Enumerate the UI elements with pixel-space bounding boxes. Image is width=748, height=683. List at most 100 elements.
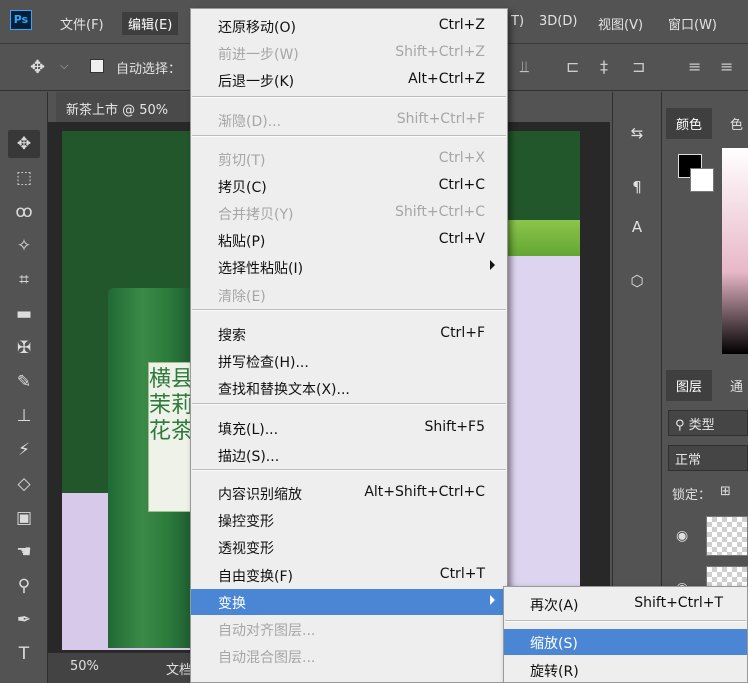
- edit-menu-item[interactable]: 搜索 Ctrl+F: [191, 321, 507, 347]
- edit-menu: 还原移动(O) Ctrl+Z 前进一步(W) Shift+Ctrl+Z 后退一步(K) A…: [190, 8, 508, 683]
- edit-menu-item[interactable]: 变换: [191, 589, 507, 615]
- edit-menu-item: 清除(E): [191, 282, 507, 308]
- menu-item-label: 拷贝(C): [218, 180, 267, 196]
- menu-item-label: 内容识别缩放: [218, 487, 302, 503]
- edit-menu-item: 剪切(T) Ctrl+X: [191, 146, 507, 172]
- menu-item-label: 后退一步(K): [218, 74, 295, 90]
- chevron-down-icon[interactable]: ⌵: [60, 59, 68, 73]
- menu-item-shortcut: Shift+Ctrl+T: [634, 595, 723, 611]
- edit-menu-item[interactable]: 选择性粘贴(I): [191, 254, 507, 280]
- ruler-tool-icon[interactable]: ▬: [8, 300, 40, 328]
- menu-item-shortcut: Ctrl+T: [439, 566, 485, 582]
- gradient-tool-icon[interactable]: ▣: [8, 504, 40, 532]
- menu-item-label: 旋转(R): [530, 664, 579, 680]
- layer-thumbnail[interactable]: [706, 516, 748, 556]
- blend-mode-select[interactable]: 正常: [668, 445, 748, 471]
- layer-kind-filter[interactable]: ⚲ 类型: [668, 410, 748, 436]
- transform-menu-item[interactable]: 缩放(S): [504, 629, 747, 655]
- menu-separator: [192, 403, 506, 405]
- menu-type[interactable]: T): [505, 12, 530, 31]
- color-picker-field[interactable]: [722, 148, 748, 354]
- doc-info: 文档: [166, 663, 193, 678]
- brush-tool-icon[interactable]: ✎: [8, 368, 40, 396]
- menu-view[interactable]: 视图(V): [592, 12, 649, 35]
- menu-item-label: 填充(L)...: [218, 422, 279, 438]
- tab-color[interactable]: 颜色: [666, 108, 713, 139]
- edit-menu-item[interactable]: 内容识别缩放 Alt+Shift+Ctrl+C: [191, 480, 507, 506]
- edit-menu-item[interactable]: 拷贝(C) Ctrl+C: [191, 173, 507, 199]
- edit-menu-item[interactable]: 操控变形: [191, 507, 507, 533]
- edit-menu-item[interactable]: 粘贴(P) Ctrl+V: [191, 227, 507, 253]
- photoshop-logo: Ps: [10, 10, 32, 30]
- character-panel-icon[interactable]: A: [623, 214, 651, 240]
- menu-item-shortcut: Shift+Ctrl+F: [396, 111, 485, 127]
- history-panel-icon[interactable]: ⇆: [623, 120, 651, 146]
- dodge-tool-icon[interactable]: ⚲: [8, 572, 40, 600]
- stamp-tool-icon[interactable]: ⊥: [8, 402, 40, 430]
- menu-item-label: 描边(S)...: [218, 449, 280, 465]
- menu-item-shortcut: Shift+F5: [424, 419, 485, 435]
- menu-separator: [192, 469, 506, 471]
- edit-menu-item[interactable]: 还原移动(O) Ctrl+Z: [191, 13, 507, 39]
- menu-item-label: 自动混合图层...: [218, 650, 316, 666]
- lock-transparency-icon[interactable]: ⊞: [720, 484, 731, 499]
- distribute-top-icon[interactable]: ≡: [688, 57, 701, 76]
- edit-menu-item[interactable]: 拼写检查(H)...: [191, 348, 507, 374]
- marquee-tool-icon[interactable]: ⬚: [8, 164, 40, 192]
- crop-tool-icon[interactable]: ⌗: [8, 266, 40, 294]
- smudge-tool-icon[interactable]: ☚: [8, 538, 40, 566]
- edit-menu-item[interactable]: 透视变形: [191, 534, 507, 560]
- transform-menu-item[interactable]: 旋转(R): [504, 657, 747, 683]
- edit-menu-item[interactable]: 描边(S)...: [191, 442, 507, 468]
- paragraph-panel-icon[interactable]: ¶: [623, 174, 651, 200]
- menu-item-label: 前进一步(W): [218, 47, 299, 63]
- menu-item-shortcut: Ctrl+F: [440, 325, 485, 341]
- align-bottom-icon[interactable]: ⫫: [520, 57, 529, 77]
- background-color-swatch[interactable]: [690, 168, 714, 192]
- edit-menu-item[interactable]: 自由变换(F) Ctrl+T: [191, 562, 507, 588]
- magic-wand-tool-icon[interactable]: ✧: [8, 232, 40, 260]
- transform-menu-item[interactable]: 再次(A) Shift+Ctrl+T: [504, 591, 747, 617]
- edit-menu-item[interactable]: 后退一步(K) Alt+Ctrl+Z: [191, 67, 507, 93]
- tab-layers[interactable]: 图层: [666, 370, 713, 401]
- align-hcenter-icon[interactable]: ‡: [600, 57, 608, 76]
- menu-separator: [192, 135, 506, 137]
- edit-menu-item[interactable]: 填充(L)... Shift+F5: [191, 415, 507, 441]
- move-tool-icon[interactable]: ✥: [8, 130, 40, 158]
- menu-window[interactable]: 窗口(W): [662, 12, 723, 35]
- submenu-arrow-icon: [490, 595, 495, 605]
- lock-label: 锁定：: [672, 488, 712, 503]
- pen-tool-icon[interactable]: ✒: [8, 606, 40, 634]
- patch-tool-icon[interactable]: ✠: [8, 334, 40, 362]
- edit-menu-item: 合并拷贝(Y) Shift+Ctrl+C: [191, 200, 507, 226]
- tab-channels[interactable]: 通: [720, 370, 748, 401]
- edit-menu-item[interactable]: 查找和替换文本(X)...: [191, 375, 507, 401]
- menu-separator: [192, 96, 506, 98]
- menu-edit[interactable]: 编辑(E): [122, 12, 179, 35]
- distribute-vcenter-icon[interactable]: ≡: [720, 57, 733, 76]
- align-left-icon[interactable]: ⊏: [566, 57, 579, 76]
- menu-item-label: 渐隐(D)...: [218, 114, 282, 130]
- menu-file[interactable]: 文件(F): [54, 12, 110, 35]
- menu-item-label: 缩放(S): [530, 636, 578, 652]
- menu-item-shortcut: Alt+Shift+Ctrl+C: [364, 484, 485, 500]
- menu-item-label: 拼写检查(H)...: [218, 355, 309, 371]
- align-right-icon[interactable]: ⊐: [632, 57, 645, 76]
- document-tab[interactable]: 新茶上市 @ 50%: [56, 92, 196, 122]
- menu-item-label: 自由变换(F): [218, 569, 293, 585]
- history-brush-tool-icon[interactable]: ⚡: [8, 436, 40, 464]
- menu-3d[interactable]: 3D(D): [533, 12, 583, 31]
- menu-item-label: 透视变形: [218, 541, 274, 557]
- edit-menu-item: 自动对齐图层...: [191, 616, 507, 642]
- eraser-tool-icon[interactable]: ◇: [8, 470, 40, 498]
- lasso-tool-icon[interactable]: ꝏ: [8, 198, 40, 226]
- auto-select-checkbox[interactable]: [90, 59, 104, 73]
- 3d-panel-icon[interactable]: ⬡: [623, 268, 651, 294]
- move-tool-icon[interactable]: ✥: [30, 57, 45, 78]
- menu-item-label: 自动对齐图层...: [218, 623, 316, 639]
- zoom-readout[interactable]: 50%: [70, 659, 99, 674]
- menu-item-shortcut: Shift+Ctrl+C: [395, 204, 485, 220]
- eye-icon[interactable]: ◉: [676, 528, 688, 544]
- tab-swatches[interactable]: 色: [720, 108, 748, 139]
- type-tool-icon[interactable]: T: [8, 640, 40, 668]
